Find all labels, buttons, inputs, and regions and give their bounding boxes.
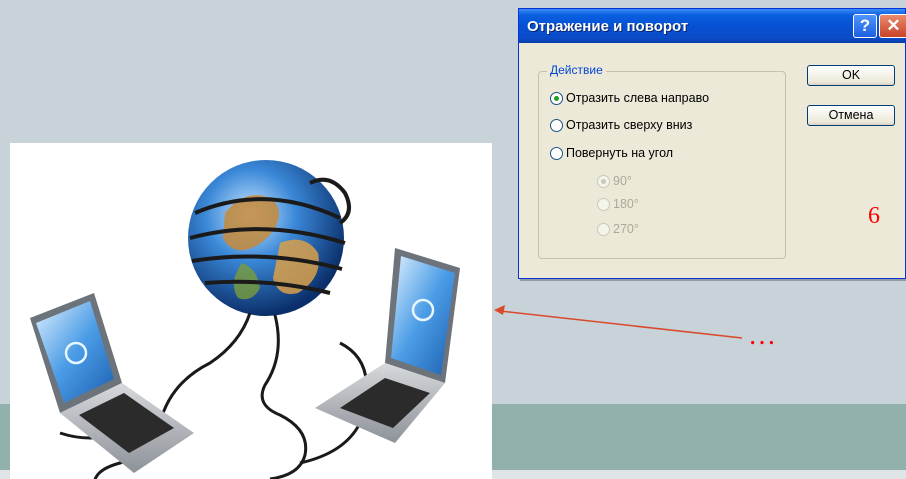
radio-indicator <box>597 222 610 236</box>
radio-indicator[interactable] <box>550 146 563 160</box>
close-icon: ✕ <box>886 16 901 35</box>
radio-label: Отразить слева направо <box>566 91 710 105</box>
ok-button[interactable]: OK <box>807 65 895 86</box>
radio-indicator <box>597 174 610 188</box>
radio-angle-90: 90° <box>597 174 632 188</box>
radio-indicator[interactable] <box>550 91 563 105</box>
radio-flip-vertical[interactable]: Отразить сверху вниз <box>550 118 692 132</box>
radio-angle-180: 180° <box>597 197 639 211</box>
radio-label: 270° <box>613 222 639 236</box>
flip-rotate-dialog[interactable]: Отражение и поворот ? ✕ Действие Отразит… <box>518 8 906 279</box>
radio-label: Отразить сверху вниз <box>566 118 693 132</box>
radio-angle-270: 270° <box>597 222 639 236</box>
radio-label: Повернуть на угол <box>566 146 674 160</box>
radio-label: 180° <box>613 197 639 211</box>
cancel-button[interactable]: Отмена <box>807 105 895 126</box>
radio-flip-horizontal[interactable]: Отразить слева направо <box>550 91 709 105</box>
slide-number: 6 <box>868 203 880 229</box>
radio-indicator[interactable] <box>550 118 563 132</box>
dialog-titlebar[interactable]: Отражение и поворот ? ✕ <box>519 9 906 43</box>
help-button[interactable]: ? <box>853 14 877 38</box>
radio-rotate-angle[interactable]: Повернуть на угол <box>550 146 673 160</box>
radio-indicator <box>597 197 610 211</box>
dialog-title: Отражение и поворот <box>527 18 689 35</box>
ellipsis-text: … <box>748 320 776 351</box>
question-icon: ? <box>859 16 871 35</box>
action-group-label: Действие <box>547 63 606 77</box>
radio-label: 90° <box>613 174 632 188</box>
close-button[interactable]: ✕ <box>879 14 906 38</box>
